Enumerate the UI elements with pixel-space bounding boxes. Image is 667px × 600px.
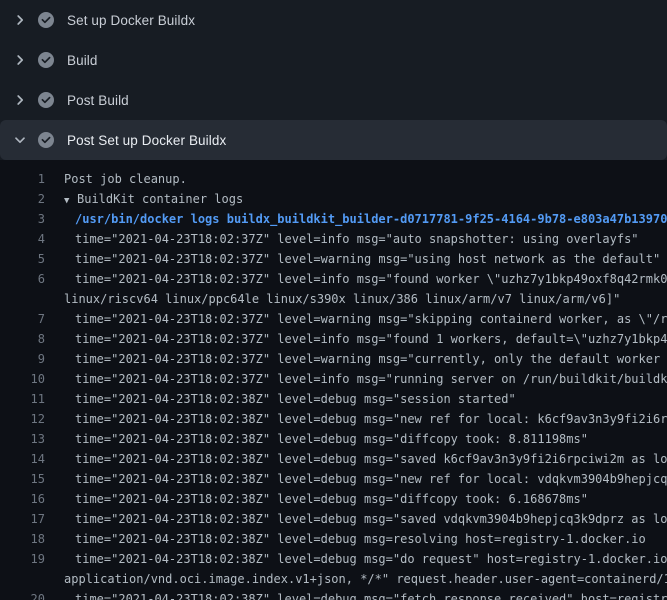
line-number[interactable]: 16 xyxy=(0,489,45,509)
log-line: 8time="2021-04-23T18:02:37Z" level=info … xyxy=(0,329,667,349)
line-number[interactable]: 2 xyxy=(0,189,45,209)
log-line: 9time="2021-04-23T18:02:37Z" level=warni… xyxy=(0,349,667,369)
log-line: 4time="2021-04-23T18:02:37Z" level=info … xyxy=(0,229,667,249)
log-text: time="2021-04-23T18:02:38Z" level=debug … xyxy=(45,389,667,409)
log-line: 1Post job cleanup. xyxy=(0,169,667,189)
line-number[interactable]: 1 xyxy=(0,169,45,189)
log-text: time="2021-04-23T18:02:37Z" level=info m… xyxy=(45,269,667,289)
log-text: time="2021-04-23T18:02:38Z" level=debug … xyxy=(45,489,667,509)
log-line: 18time="2021-04-23T18:02:38Z" level=debu… xyxy=(0,529,667,549)
line-number[interactable]: 3 xyxy=(0,209,45,229)
log-line: 10time="2021-04-23T18:02:37Z" level=info… xyxy=(0,369,667,389)
log-text: time="2021-04-23T18:02:38Z" level=debug … xyxy=(45,549,667,569)
line-number[interactable]: 4 xyxy=(0,229,45,249)
chevron-right-icon xyxy=(12,52,28,68)
log-line: 17time="2021-04-23T18:02:38Z" level=debu… xyxy=(0,509,667,529)
log-line: linux/riscv64 linux/ppc64le linux/s390x … xyxy=(0,289,667,309)
step-row-post-build[interactable]: Post Build xyxy=(0,80,667,120)
line-number[interactable]: 20 xyxy=(0,589,45,600)
log-text: time="2021-04-23T18:02:37Z" level=warnin… xyxy=(45,249,667,269)
log-line: 14time="2021-04-23T18:02:38Z" level=debu… xyxy=(0,449,667,469)
check-circle-icon xyxy=(38,132,54,148)
check-circle-icon xyxy=(38,92,54,108)
chevron-right-icon xyxy=(12,12,28,28)
line-number[interactable]: 13 xyxy=(0,429,45,449)
log-text: BuildKit container logs xyxy=(77,192,243,206)
log-text: time="2021-04-23T18:02:38Z" level=debug … xyxy=(45,449,667,469)
log-text: /usr/bin/docker logs buildx_buildkit_bui… xyxy=(45,209,667,229)
log-group-header: 2 ▼BuildKit container logs xyxy=(0,189,667,209)
check-circle-icon xyxy=(38,52,54,68)
log-line: 15time="2021-04-23T18:02:38Z" level=debu… xyxy=(0,469,667,489)
step-row-set-up-docker-buildx[interactable]: Set up Docker Buildx xyxy=(0,0,667,40)
step-label: Post Set up Docker Buildx xyxy=(67,133,226,148)
line-number[interactable]: 15 xyxy=(0,469,45,489)
workflow-steps-list: Set up Docker Buildx Build Post Build Post … xyxy=(0,0,667,160)
step-label: Post Build xyxy=(67,93,129,108)
line-number[interactable]: 14 xyxy=(0,449,45,469)
log-line: 16time="2021-04-23T18:02:38Z" level=debu… xyxy=(0,489,667,509)
log-lines: 1Post job cleanup.2 ▼BuildKit container l… xyxy=(0,169,667,600)
log-line: application/vnd.oci.image.index.v1+json,… xyxy=(0,569,667,589)
chevron-down-icon xyxy=(12,132,28,148)
check-circle-icon xyxy=(38,12,54,28)
step-row-post-set-up-docker-buildx[interactable]: Post Set up Docker Buildx xyxy=(0,120,667,160)
log-text: time="2021-04-23T18:02:37Z" level=info m… xyxy=(45,369,667,389)
log-text: time="2021-04-23T18:02:38Z" level=debug … xyxy=(45,529,667,549)
log-line: 12time="2021-04-23T18:02:38Z" level=debu… xyxy=(0,409,667,429)
log-text: time="2021-04-23T18:02:38Z" level=debug … xyxy=(45,589,667,600)
line-number xyxy=(0,289,45,309)
log-area: 1Post job cleanup.2 ▼BuildKit container l… xyxy=(0,160,667,600)
line-number[interactable]: 7 xyxy=(0,309,45,329)
log-text: application/vnd.oci.image.index.v1+json,… xyxy=(45,569,667,589)
step-row-build[interactable]: Build xyxy=(0,40,667,80)
line-number xyxy=(0,569,45,589)
log-line: 19time="2021-04-23T18:02:38Z" level=debu… xyxy=(0,549,667,569)
log-text: time="2021-04-23T18:02:38Z" level=debug … xyxy=(45,509,667,529)
log-line: 20time="2021-04-23T18:02:38Z" level=debu… xyxy=(0,589,667,600)
log-command-line: 3/usr/bin/docker logs buildx_buildkit_bu… xyxy=(0,209,667,229)
log-line: 11time="2021-04-23T18:02:38Z" level=debu… xyxy=(0,389,667,409)
line-number[interactable]: 9 xyxy=(0,349,45,369)
line-number[interactable]: 10 xyxy=(0,369,45,389)
log-text: time="2021-04-23T18:02:37Z" level=warnin… xyxy=(45,309,667,329)
log-text: time="2021-04-23T18:02:37Z" level=warnin… xyxy=(45,349,667,369)
log-line: 7time="2021-04-23T18:02:37Z" level=warni… xyxy=(0,309,667,329)
log-text: time="2021-04-23T18:02:38Z" level=debug … xyxy=(45,429,667,449)
line-number[interactable]: 12 xyxy=(0,409,45,429)
line-number[interactable]: 8 xyxy=(0,329,45,349)
line-number[interactable]: 18 xyxy=(0,529,45,549)
log-text: time="2021-04-23T18:02:38Z" level=debug … xyxy=(45,469,667,489)
line-number[interactable]: 5 xyxy=(0,249,45,269)
log-line: 5time="2021-04-23T18:02:37Z" level=warni… xyxy=(0,249,667,269)
log-text: time="2021-04-23T18:02:37Z" level=info m… xyxy=(45,229,667,249)
log-text: time="2021-04-23T18:02:37Z" level=info m… xyxy=(45,329,667,349)
log-text: time="2021-04-23T18:02:38Z" level=debug … xyxy=(45,409,667,429)
line-number[interactable]: 6 xyxy=(0,269,45,289)
line-number[interactable]: 17 xyxy=(0,509,45,529)
log-text: linux/riscv64 linux/ppc64le linux/s390x … xyxy=(45,289,667,309)
line-number[interactable]: 11 xyxy=(0,389,45,409)
step-label: Set up Docker Buildx xyxy=(67,13,195,28)
chevron-right-icon xyxy=(12,92,28,108)
step-label: Build xyxy=(67,53,98,68)
line-number[interactable]: 19 xyxy=(0,549,45,569)
log-line: 6time="2021-04-23T18:02:37Z" level=info … xyxy=(0,269,667,289)
group-collapse-icon[interactable]: ▼ xyxy=(64,191,77,209)
log-text: Post job cleanup. xyxy=(45,169,667,189)
log-line: 13time="2021-04-23T18:02:38Z" level=debu… xyxy=(0,429,667,449)
